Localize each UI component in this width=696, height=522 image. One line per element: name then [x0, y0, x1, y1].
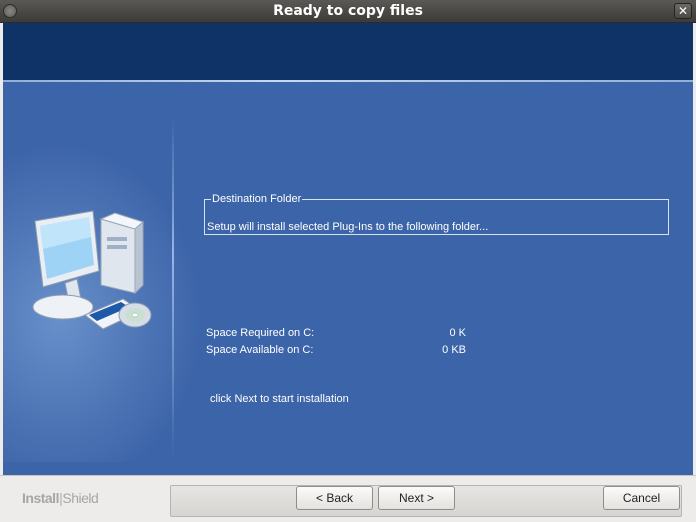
vertical-divider — [172, 118, 174, 458]
header-banner — [3, 23, 693, 80]
close-icon: ✕ — [677, 4, 689, 18]
close-button[interactable]: ✕ — [674, 3, 692, 19]
space-available-label: Space Available on C: — [206, 344, 314, 356]
installshield-logo: Install|Shield — [22, 490, 99, 506]
instruction-text: click Next to start installation — [210, 393, 349, 405]
back-button[interactable]: < Back — [296, 486, 373, 510]
window-title: Ready to copy files — [273, 3, 423, 19]
cancel-button[interactable]: Cancel — [603, 486, 680, 510]
space-required-value: 0 K — [449, 327, 466, 339]
next-button[interactable]: Next > — [378, 486, 455, 510]
space-required-label: Space Required on C: — [206, 327, 315, 339]
computer-illustration-icon — [32, 210, 152, 330]
space-available-value: 0 KB — [442, 344, 466, 356]
installer-window: Ready to copy files ✕ Setup will install… — [0, 0, 696, 522]
title-bar[interactable]: Ready to copy files ✕ — [0, 0, 696, 23]
destination-folder-label: Destination Folder — [211, 193, 303, 205]
content-area — [3, 82, 693, 475]
